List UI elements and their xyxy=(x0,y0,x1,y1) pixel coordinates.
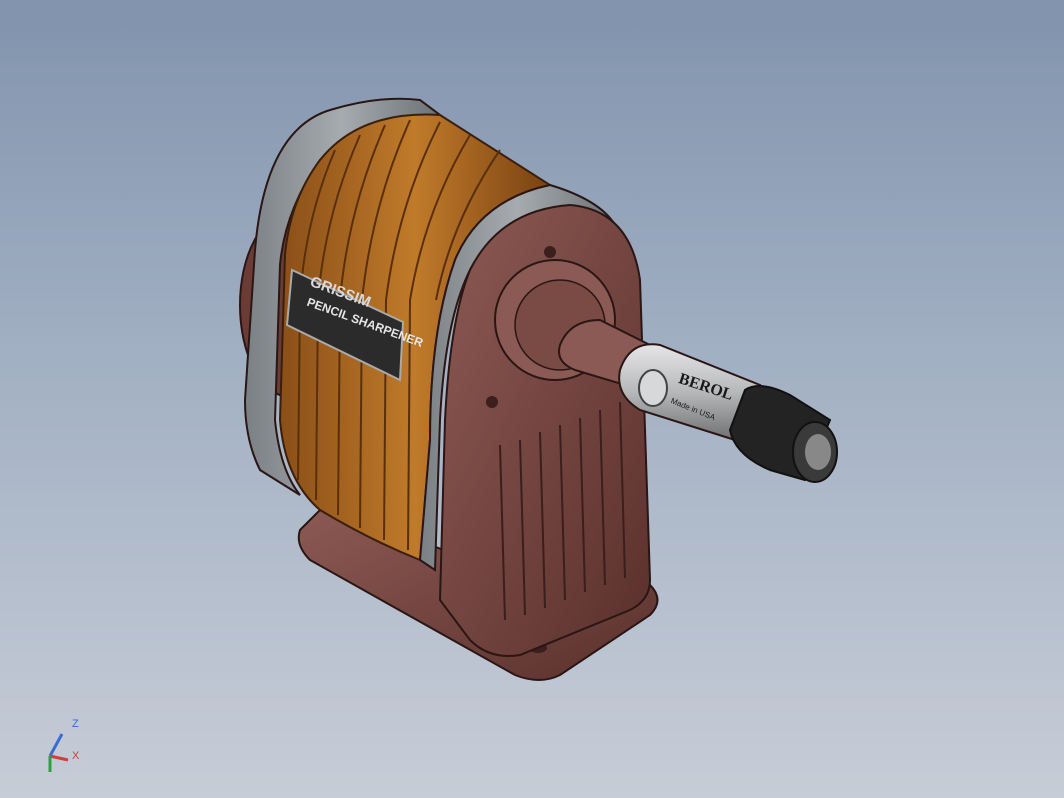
z-axis-icon xyxy=(48,733,64,757)
screw-hole xyxy=(544,246,556,258)
axis-triad: Z X xyxy=(36,716,96,782)
x-axis-label: X xyxy=(72,750,80,762)
handle-rivet xyxy=(638,369,668,407)
sharpener-3d-model[interactable]: GRISSIM PENCIL SHARPENER BEROL Made in U… xyxy=(0,0,1064,798)
z-axis-label: Z xyxy=(72,718,79,730)
graphics-viewport[interactable]: GRISSIM PENCIL SHARPENER BEROL Made in U… xyxy=(0,0,1064,798)
screw-hole xyxy=(486,396,498,408)
x-axis-icon xyxy=(49,754,69,762)
